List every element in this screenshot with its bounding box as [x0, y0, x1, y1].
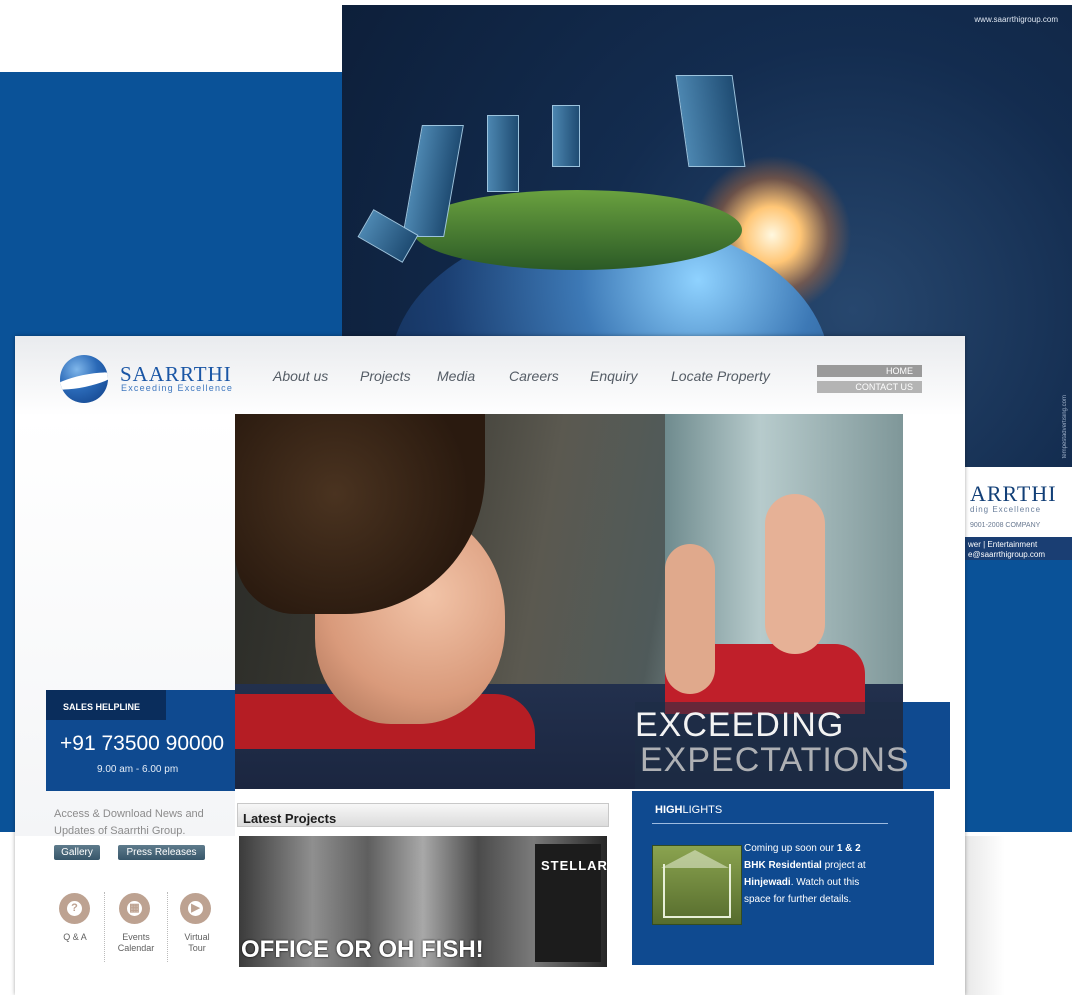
- highlights-divider: [652, 823, 888, 824]
- card-shadow: [965, 836, 1005, 995]
- question-icon[interactable]: ?: [59, 893, 90, 924]
- highlights-title-bold: HIGH: [655, 804, 683, 816]
- divider: [167, 892, 169, 962]
- highlights-text: Coming up soon our 1 & 2 BHK Residential…: [744, 840, 884, 908]
- helpline-title: SALES HELPLINE: [63, 702, 141, 712]
- nav-projects[interactable]: Projects: [360, 368, 411, 384]
- project-caption: OFFICE OR OH FISH!: [241, 936, 484, 963]
- latest-projects-title: Latest Projects: [243, 811, 337, 826]
- hero-headline-1: EXCEEDING: [635, 706, 845, 744]
- tower-illustration: [487, 115, 519, 192]
- qa-label[interactable]: Q & A: [55, 932, 95, 943]
- play-icon[interactable]: ▶: [180, 893, 211, 924]
- ad-side-credit: tempestadvertising.com: [1062, 395, 1068, 459]
- nav-careers[interactable]: Careers: [509, 368, 559, 384]
- ad-strip-line: wer | Entertainment: [968, 540, 1038, 549]
- hl-text-part: project at: [821, 860, 866, 871]
- planet-land: [412, 190, 742, 270]
- child-hand: [765, 494, 825, 654]
- question-glyph: ?: [67, 901, 82, 916]
- play-glyph: ▶: [188, 901, 203, 916]
- hl-text-bold: Hinjewadi: [744, 877, 791, 888]
- tower-illustration: [552, 105, 580, 167]
- contact-us-button[interactable]: CONTACT US: [817, 381, 922, 393]
- helpline-number[interactable]: +91 73500 90000: [60, 732, 224, 756]
- press-releases-button[interactable]: Press Releases: [118, 845, 205, 860]
- ad-url: www.saarrthigroup.com: [974, 15, 1058, 24]
- ad-logo-tagline: ding Excellence: [970, 505, 1042, 514]
- tower-illustration: [675, 75, 746, 167]
- news-description: Access & Download News and Updates of Sa…: [54, 808, 204, 837]
- ad-iso-text: 9001-2008 COMPANY: [970, 522, 1041, 529]
- divider: [104, 892, 106, 962]
- highlights-title: HIGHLIGHTS: [655, 804, 722, 816]
- ad-strip-email: e@saarrthigroup.com: [968, 550, 1046, 559]
- logo-tagline: Exceeding Excellence: [121, 383, 234, 393]
- helpline-hours: 9.00 am - 6.00 pm: [97, 764, 179, 775]
- nav-about-us[interactable]: About us: [273, 368, 328, 384]
- events-calendar-label[interactable]: Events Calendar: [114, 932, 158, 954]
- nav-enquiry[interactable]: Enquiry: [590, 368, 637, 384]
- logo-swoosh: [60, 368, 108, 394]
- hl-text-part: Coming up soon our: [744, 843, 837, 854]
- calendar-glyph: ▦: [127, 901, 142, 916]
- hero-blue-tab: [903, 702, 950, 789]
- house-outline: [663, 864, 731, 918]
- child-hand: [665, 544, 715, 694]
- house-image[interactable]: [652, 845, 742, 925]
- website-card: SAARRTHI Exceeding Excellence About us P…: [15, 336, 965, 995]
- ad-logo-text: ARRTHI: [970, 481, 1057, 506]
- highlights-title-rest: LIGHTS: [682, 804, 723, 816]
- gallery-button[interactable]: Gallery: [54, 845, 100, 860]
- project-banner[interactable]: STELLAR OFFICE OR OH FISH!: [239, 836, 607, 967]
- nav-locate-property[interactable]: Locate Property: [671, 368, 770, 384]
- virtual-tour-label[interactable]: Virtual Tour: [175, 932, 219, 954]
- hero-headline-2: EXPECTATIONS: [640, 741, 910, 779]
- logo-globe-icon[interactable]: [60, 355, 108, 403]
- stellar-logo-text: STELLAR: [541, 858, 607, 873]
- nav-media[interactable]: Media: [437, 368, 475, 384]
- home-button[interactable]: HOME: [817, 365, 922, 377]
- calendar-icon[interactable]: ▦: [119, 893, 150, 924]
